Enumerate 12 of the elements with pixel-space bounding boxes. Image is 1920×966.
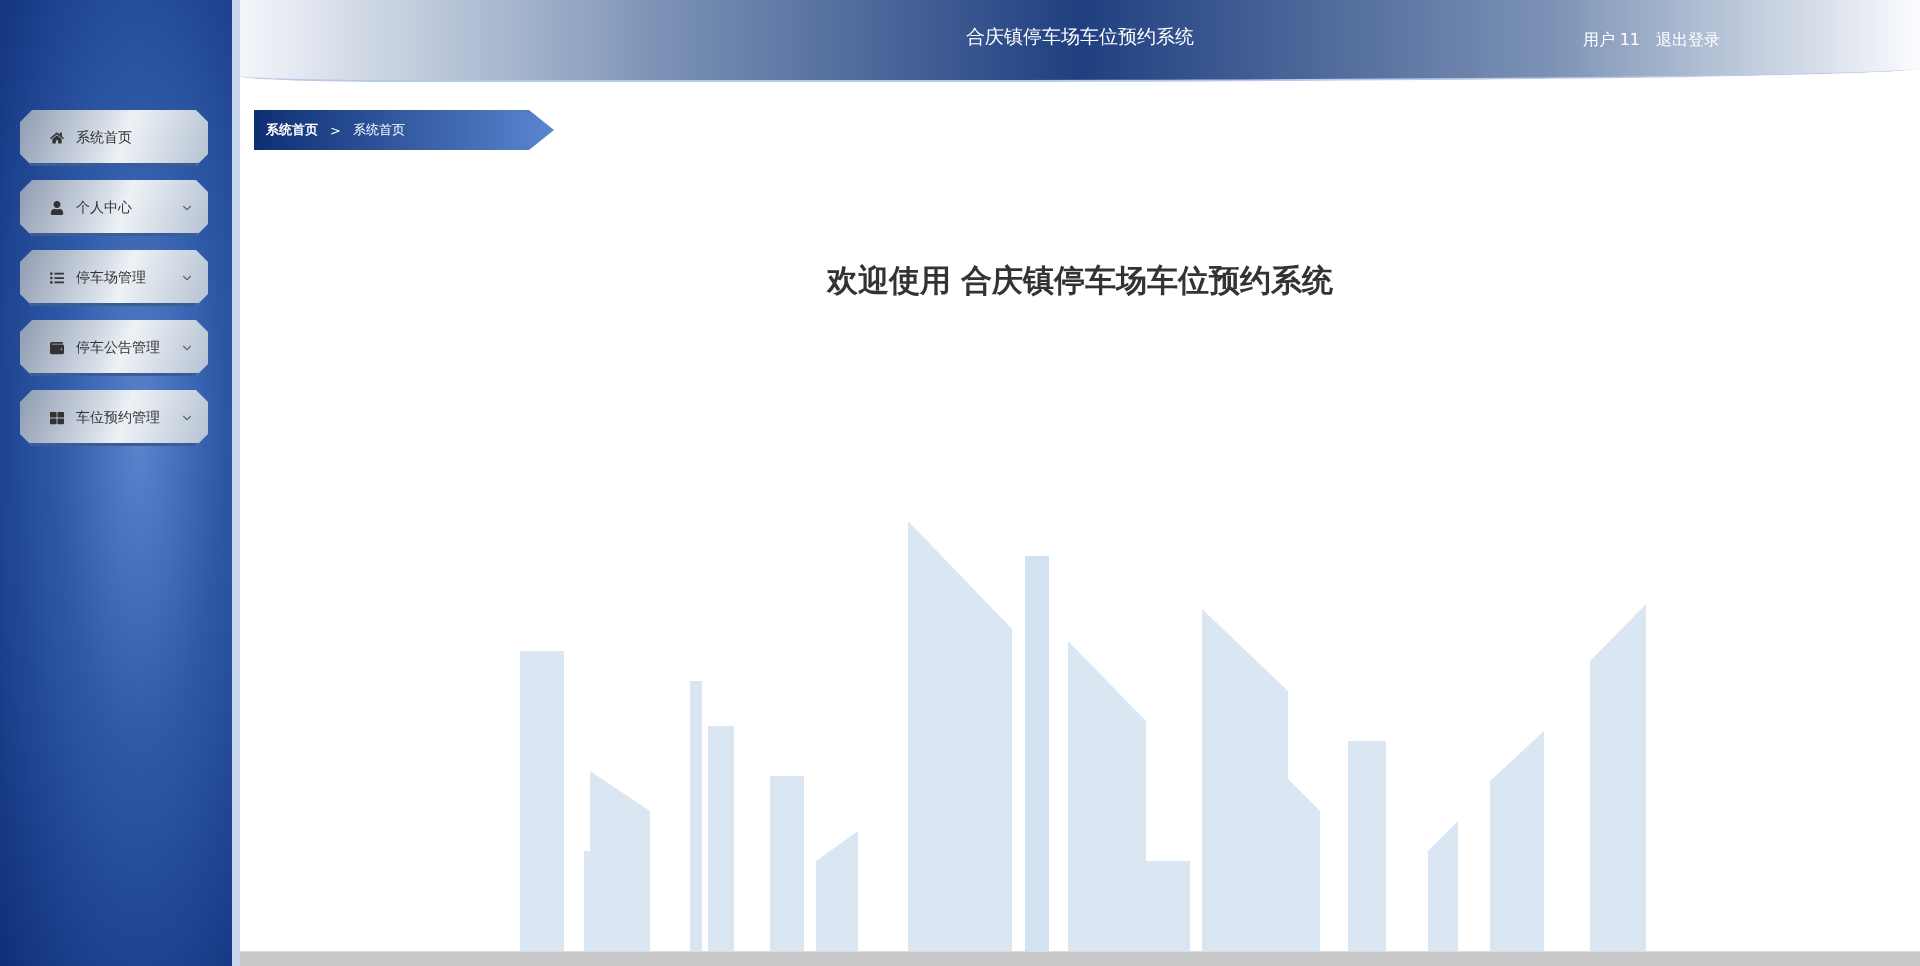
welcome-heading: 欢迎使用 合庆镇停车场车位预约系统 — [825, 261, 1335, 300]
breadcrumb-link[interactable]: 系统首页 — [352, 121, 405, 139]
breadcrumb-separator: > — [330, 122, 341, 138]
menu-item[interactable]: 停车场管理 — [20, 250, 208, 306]
breadcrumb-link[interactable]: 系统首页 — [266, 121, 318, 139]
menu-item[interactable]: 车位预约管理 — [20, 390, 208, 446]
system-title: 合庆镇停车场车位预约系统 — [966, 24, 1194, 50]
menu-item[interactable]: 停车公告管理 — [20, 320, 208, 376]
horizontal-scrollbar[interactable] — [240, 951, 1920, 966]
menu-item[interactable]: 系统首页 — [20, 110, 208, 166]
menu-item[interactable]: 个人中心 — [20, 180, 208, 236]
user-name: 用户 11 — [1582, 29, 1640, 51]
